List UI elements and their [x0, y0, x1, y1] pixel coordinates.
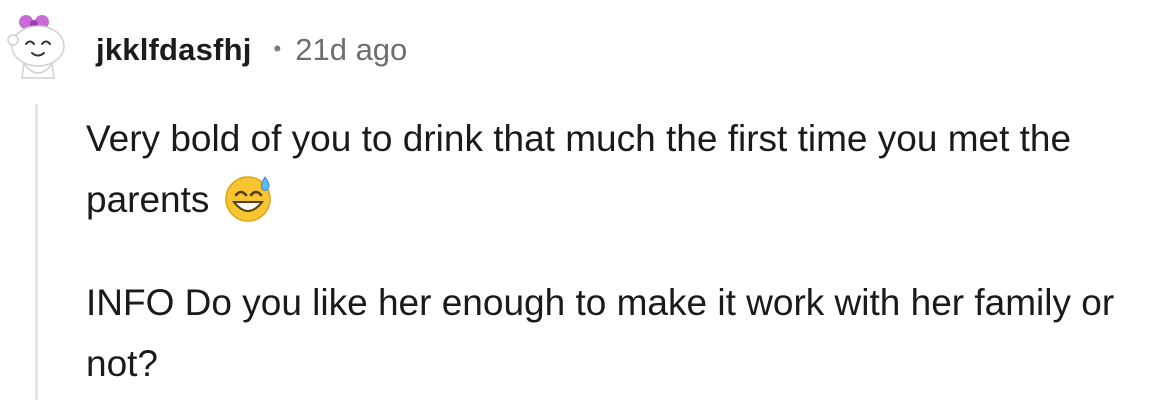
comment-timestamp[interactable]: 21d ago: [295, 32, 407, 68]
comment-body: Very bold of you to drink that much the …: [86, 108, 1136, 394]
thread-collapse-line[interactable]: [35, 104, 38, 400]
author-username[interactable]: jkklfdasfhj: [96, 32, 252, 68]
snoo-avatar-icon[interactable]: [2, 10, 74, 82]
comment-paragraph-text: INFO Do you like her enough to make it w…: [86, 282, 1115, 384]
comment-header: jkklfdasfhj • 21d ago: [96, 30, 407, 70]
comment-paragraph: Very bold of you to drink that much the …: [86, 108, 1136, 230]
meta-separator: •: [273, 36, 282, 61]
grinning-sweat-emoji-icon: [225, 176, 272, 222]
comment-paragraph: INFO Do you like her enough to make it w…: [86, 272, 1136, 394]
comment: jkklfdasfhj • 21d ago Very bold of you t…: [0, 0, 1156, 400]
